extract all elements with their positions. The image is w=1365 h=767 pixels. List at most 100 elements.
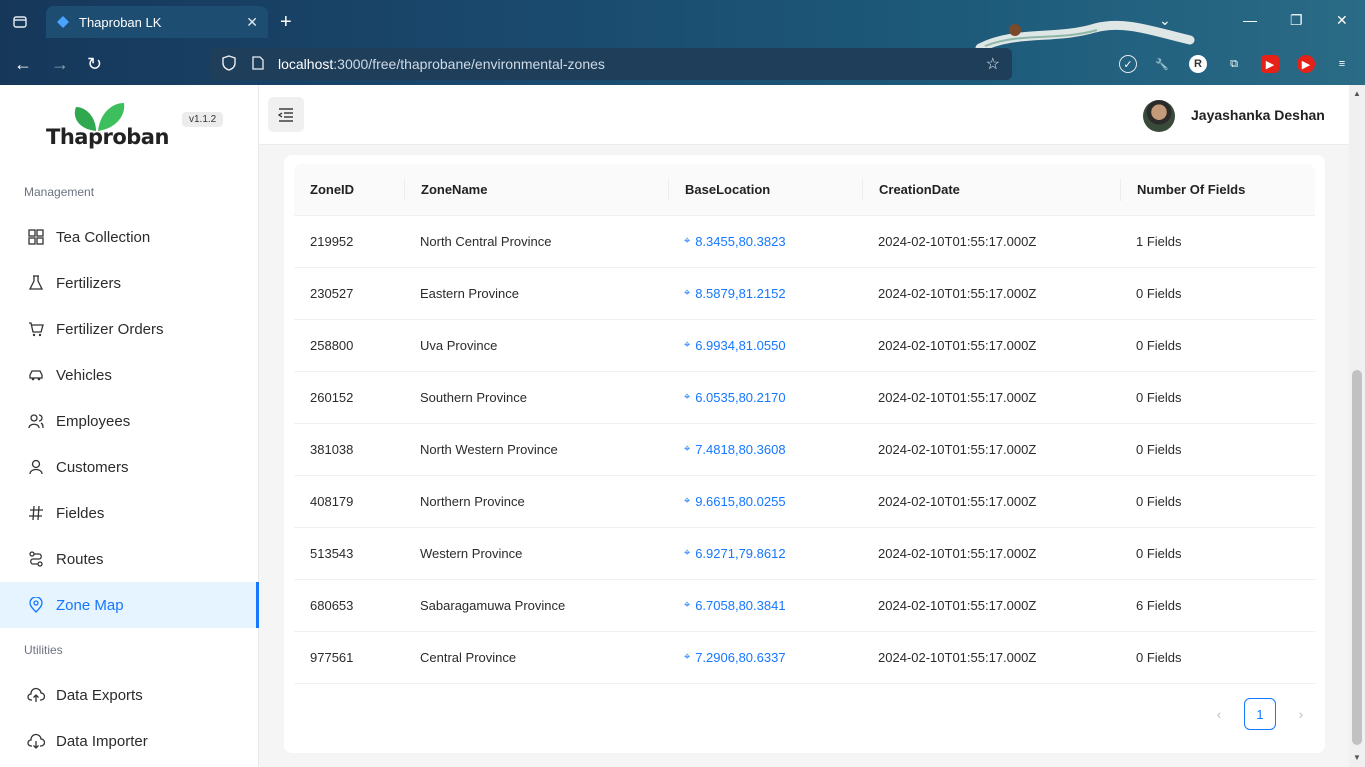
creation-date-cell: 2024-02-10T01:55:17.000Z bbox=[878, 442, 1037, 457]
fields-count-cell: 1 Fields bbox=[1136, 234, 1182, 249]
shield-icon[interactable] bbox=[222, 54, 238, 74]
location-pin-icon: ⌖ bbox=[684, 547, 691, 559]
sidebar-item-data-importer[interactable]: Data Importer bbox=[0, 718, 259, 764]
base-location-link[interactable]: ⌖ 7.2906,80.6337 bbox=[668, 650, 862, 665]
scroll-down-icon[interactable]: ▼ bbox=[1353, 753, 1361, 762]
base-location-text: 6.9934,81.0550 bbox=[695, 338, 786, 353]
sidebar-item-zone-map[interactable]: Zone Map bbox=[0, 582, 259, 628]
zone-id-cell: 513543 bbox=[310, 546, 354, 561]
sidebar-item-label: Tea Collection bbox=[56, 228, 151, 246]
table-header: ZoneID ZoneName BaseLocation CreationDat… bbox=[294, 164, 1315, 216]
browser-tab[interactable]: Thaproban LK ✕ bbox=[46, 6, 268, 38]
zone-id-cell: 230527 bbox=[310, 286, 354, 301]
r-extension-icon[interactable]: R bbox=[1189, 55, 1207, 73]
location-pin-icon: ⌖ bbox=[684, 599, 691, 611]
minimize-button[interactable]: — bbox=[1243, 12, 1257, 28]
table-row[interactable]: 219952 North Central Province ⌖ 8.3455,80.3… bbox=[294, 216, 1315, 268]
sidebar-item-label: Zone Map bbox=[56, 596, 124, 614]
table-row[interactable]: 381038 North Western Province ⌖ 7.4818,80.3… bbox=[294, 424, 1315, 476]
address-bar[interactable]: localhost :3000/free/thaprobane/environm… bbox=[210, 48, 1012, 80]
location-pin-icon: ⌖ bbox=[684, 651, 691, 663]
bookmark-star-icon[interactable]: ☆ bbox=[986, 54, 1000, 74]
scroll-thumb[interactable] bbox=[1352, 370, 1362, 745]
zones-card: ZoneID ZoneName BaseLocation CreationDat… bbox=[284, 155, 1325, 753]
sidebar-item-customers[interactable]: Customers bbox=[0, 444, 259, 490]
zone-id-cell: 408179 bbox=[310, 494, 354, 509]
forward-arrow-icon[interactable]: → bbox=[51, 54, 69, 75]
reload-icon[interactable]: ↻ bbox=[87, 54, 102, 75]
page-scrollbar[interactable]: ▲ ▼ bbox=[1349, 85, 1365, 767]
base-location-link[interactable]: ⌖ 7.4818,80.3608 bbox=[668, 442, 862, 457]
location-icon bbox=[27, 596, 45, 614]
location-pin-icon: ⌖ bbox=[684, 495, 691, 507]
section-management-label: Management bbox=[24, 185, 95, 199]
zone-name-cell: Southern Province bbox=[420, 390, 527, 405]
tab-actions-icon[interactable] bbox=[10, 12, 30, 32]
back-arrow-icon[interactable]: ← bbox=[14, 54, 32, 75]
base-location-link[interactable]: ⌖ 6.7058,80.3841 bbox=[668, 598, 862, 613]
base-location-link[interactable]: ⌖ 8.3455,80.3823 bbox=[668, 234, 862, 249]
sidebar-item-routes[interactable]: Routes bbox=[0, 536, 259, 582]
restore-button[interactable]: ❐ bbox=[1290, 12, 1303, 29]
avatar[interactable] bbox=[1143, 100, 1175, 132]
page-info-icon[interactable] bbox=[252, 55, 266, 73]
app-logo[interactable]: Thaproban bbox=[46, 101, 169, 165]
zone-id-cell: 680653 bbox=[310, 598, 354, 613]
table-row[interactable]: 977561 Central Province ⌖ 7.2906,80.6337 202… bbox=[294, 632, 1315, 684]
wrench-extension-icon[interactable]: 🔧 bbox=[1153, 55, 1171, 73]
sidebar-item-vehicles[interactable]: Vehicles bbox=[0, 352, 259, 398]
sidebar-item-fertilizers[interactable]: Fertilizers bbox=[0, 260, 259, 306]
header-zone-name[interactable]: ZoneName bbox=[404, 178, 668, 201]
sidebar-item-fieldes[interactable]: Fieldes bbox=[0, 490, 259, 536]
table-row[interactable]: 408179 Northern Province ⌖ 9.6615,80.0255 20… bbox=[294, 476, 1315, 528]
table-row[interactable]: 258800 Uva Province ⌖ 6.9934,81.0550 2024-02… bbox=[294, 320, 1315, 372]
youtube-player-extension-icon[interactable]: ▶ bbox=[1297, 55, 1315, 73]
tab-close-icon[interactable]: ✕ bbox=[246, 14, 258, 31]
user-name[interactable]: Jayashanka Deshan bbox=[1191, 107, 1325, 123]
browser-menu-icon[interactable]: ≡ bbox=[1333, 55, 1351, 73]
header-creation-date[interactable]: CreationDate bbox=[862, 178, 1120, 201]
creation-date-cell: 2024-02-10T01:55:17.000Z bbox=[878, 546, 1037, 561]
sidebar-item-label: Routes bbox=[56, 550, 104, 568]
version-badge: v1.1.2 bbox=[182, 112, 224, 127]
sidebar-item-fertilizer-orders[interactable]: Fertilizer Orders bbox=[0, 306, 259, 352]
menu-toggle-button[interactable] bbox=[268, 97, 304, 132]
fields-count-cell: 0 Fields bbox=[1136, 442, 1182, 457]
cloud-upload-icon bbox=[27, 686, 45, 704]
youtube-extension-icon[interactable]: ▶ bbox=[1261, 55, 1279, 73]
table-row[interactable]: 260152 Southern Province ⌖ 6.0535,80.2170 20… bbox=[294, 372, 1315, 424]
sidebar-item-data-exports[interactable]: Data Exports bbox=[0, 672, 259, 718]
table-row[interactable]: 513543 Western Province ⌖ 6.9271,79.8612 202… bbox=[294, 528, 1315, 580]
close-window-button[interactable]: ✕ bbox=[1336, 12, 1348, 29]
zone-name-cell: North Central Province bbox=[420, 234, 552, 249]
header-number-of-fields[interactable]: Number Of Fields bbox=[1120, 178, 1315, 201]
table-row[interactable]: 680653 Sabaragamuwa Province ⌖ 6.7058,80.38… bbox=[294, 580, 1315, 632]
cart-icon bbox=[27, 320, 45, 338]
base-location-link[interactable]: ⌖ 8.5879,81.2152 bbox=[668, 286, 862, 301]
header-zone-id[interactable]: ZoneID bbox=[294, 179, 404, 201]
pagination: ‹ 1 › bbox=[1204, 698, 1316, 730]
header-base-location[interactable]: BaseLocation bbox=[668, 178, 862, 201]
fields-count-cell: 0 Fields bbox=[1136, 494, 1182, 509]
new-tab-button[interactable]: + bbox=[280, 11, 292, 34]
team-icon bbox=[27, 412, 45, 430]
fields-count-cell: 6 Fields bbox=[1136, 598, 1182, 613]
prev-page-icon[interactable]: ‹ bbox=[1204, 706, 1234, 722]
base-location-link[interactable]: ⌖ 6.9271,79.8612 bbox=[668, 546, 862, 561]
location-pin-icon: ⌖ bbox=[684, 339, 691, 351]
sidebar-item-label: Vehicles bbox=[56, 366, 112, 384]
puzzle-extension-icon[interactable]: ⧉ bbox=[1225, 55, 1243, 73]
base-location-link[interactable]: ⌖ 6.9934,81.0550 bbox=[668, 338, 862, 353]
zone-name-cell: Eastern Province bbox=[420, 286, 519, 301]
next-page-icon[interactable]: › bbox=[1286, 706, 1316, 722]
base-location-link[interactable]: ⌖ 9.6615,80.0255 bbox=[668, 494, 862, 509]
pocket-extension-icon[interactable]: ✓ bbox=[1119, 55, 1137, 73]
fields-count-cell: 0 Fields bbox=[1136, 338, 1182, 353]
scroll-up-icon[interactable]: ▲ bbox=[1353, 89, 1361, 98]
sidebar-item-employees[interactable]: Employees bbox=[0, 398, 259, 444]
sidebar-item-tea-collection[interactable]: Tea Collection bbox=[0, 214, 259, 260]
base-location-link[interactable]: ⌖ 6.0535,80.2170 bbox=[668, 390, 862, 405]
page-number-current[interactable]: 1 bbox=[1244, 698, 1276, 730]
table-row[interactable]: 230527 Eastern Province ⌖ 8.5879,81.2152 202… bbox=[294, 268, 1315, 320]
creation-date-cell: 2024-02-10T01:55:17.000Z bbox=[878, 338, 1037, 353]
